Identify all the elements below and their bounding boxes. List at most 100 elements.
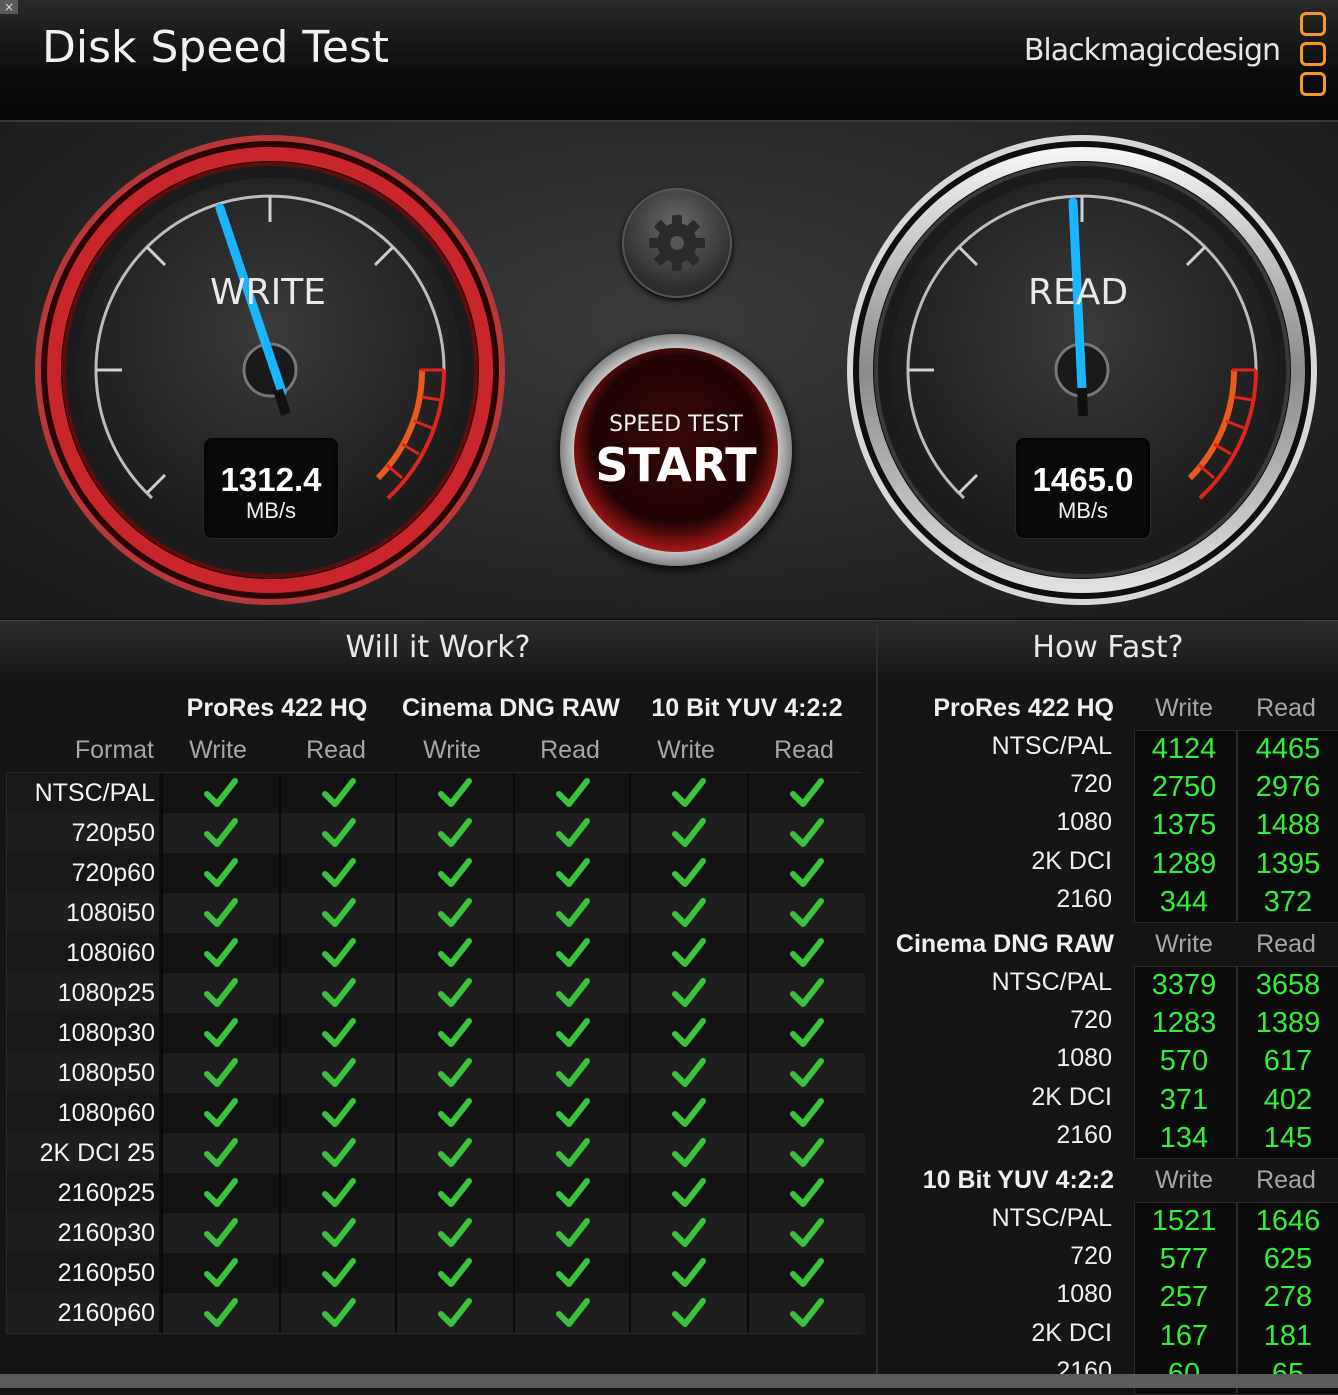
how-fast-write-value: 570 xyxy=(1159,1045,1209,1078)
checkmark-icon xyxy=(322,818,356,847)
checkmark-icon xyxy=(672,978,706,1007)
compat-cell xyxy=(161,1013,279,1053)
how-fast-col-header: Read xyxy=(1256,1166,1316,1194)
how-fast-write-value: 167 xyxy=(1159,1319,1209,1352)
checkmark-icon xyxy=(438,1178,472,1207)
compat-cell xyxy=(513,1053,631,1093)
compat-cell xyxy=(279,813,397,853)
compat-cell xyxy=(279,1013,397,1053)
compat-cell xyxy=(629,893,747,933)
how-fast-section-title: 10 Bit YUV 4:2:2 xyxy=(922,1166,1114,1194)
compat-cell xyxy=(747,893,865,933)
compat-cell xyxy=(629,813,747,853)
compat-cell xyxy=(279,1293,397,1333)
how-fast-write-value: 134 xyxy=(1159,1121,1209,1154)
brand-name: Blackmagicdesign xyxy=(1023,33,1281,68)
compat-cell xyxy=(161,893,279,933)
checkmark-icon xyxy=(672,1218,706,1247)
checkmark-icon xyxy=(438,1018,472,1047)
checkmark-icon xyxy=(204,1098,238,1127)
read-gauge-label: READ xyxy=(1028,272,1129,313)
compat-cell xyxy=(629,853,747,893)
compat-cell xyxy=(747,933,865,973)
checkmark-icon xyxy=(438,978,472,1007)
compat-cell xyxy=(395,773,513,813)
compatibility-grid: NTSC/PAL 720p50 720p60 1080i50 1080i60 1080p2… xyxy=(6,772,865,1334)
compat-cell xyxy=(629,1213,747,1253)
how-fast-read-value: 4465 xyxy=(1236,730,1338,769)
format-label: 1080i60 xyxy=(7,933,159,973)
compat-cell xyxy=(513,1133,631,1173)
checkmark-icon xyxy=(438,778,472,807)
checkmark-icon xyxy=(556,898,590,927)
how-fast-row-label: 2K DCI xyxy=(1031,1082,1112,1111)
compat-cell xyxy=(161,933,279,973)
format-label: NTSC/PAL xyxy=(7,773,159,813)
compat-cell xyxy=(161,1053,279,1093)
checkmark-icon xyxy=(322,1218,356,1247)
compat-cell xyxy=(395,1253,513,1293)
compat-cell xyxy=(161,973,279,1013)
format-label-text: 1080i60 xyxy=(66,939,155,967)
compat-cell xyxy=(629,773,747,813)
how-fast-read-value: 1646 xyxy=(1236,1202,1338,1241)
checkmark-icon xyxy=(556,1178,590,1207)
how-fast-title: How Fast? xyxy=(878,620,1338,674)
subcol-header: Read xyxy=(306,736,366,764)
how-fast-row-label: NTSC/PAL xyxy=(991,968,1112,996)
compat-cell xyxy=(513,973,631,1013)
compat-cell xyxy=(395,933,513,973)
checkmark-icon xyxy=(204,1018,238,1047)
compat-cell xyxy=(513,893,631,933)
checkmark-icon xyxy=(438,1058,472,1087)
checkmark-icon xyxy=(672,1258,706,1287)
how-fast-write-value: 1521 xyxy=(1151,1205,1217,1237)
settings-button[interactable] xyxy=(622,188,732,298)
format-label-text: 1080i50 xyxy=(66,899,155,927)
start-speed-test-button[interactable]: SPEED TEST START xyxy=(560,334,792,566)
gear-icon xyxy=(649,215,705,271)
format-label: 2160p60 xyxy=(7,1293,159,1333)
compat-cell xyxy=(279,773,397,813)
write-gauge-label: WRITE xyxy=(210,272,326,313)
checkmark-icon xyxy=(556,1098,590,1127)
compat-cell xyxy=(395,1093,513,1133)
compat-cell xyxy=(395,973,513,1013)
format-label: 720p50 xyxy=(7,813,159,853)
format-label-text: NTSC/PAL xyxy=(34,779,155,807)
close-icon[interactable]: × xyxy=(0,0,18,14)
table-row: 1080i50 xyxy=(7,893,865,933)
compat-cell xyxy=(513,1213,631,1253)
compat-cell xyxy=(513,1293,631,1333)
start-button-caption: SPEED TEST xyxy=(609,412,743,437)
read-speed-value: 1465.0 xyxy=(1032,461,1134,498)
how-fast-row-label: 1080 xyxy=(1056,808,1112,837)
group-cinema-dng: Cinema DNG RAW xyxy=(401,694,621,722)
checkmark-icon xyxy=(672,1138,706,1167)
write-speed-value: 1312.4 xyxy=(220,461,322,498)
compat-cell xyxy=(279,1133,397,1173)
compat-cell xyxy=(279,933,397,973)
compat-cell xyxy=(161,1173,279,1213)
table-row: NTSC/PAL xyxy=(7,773,865,813)
format-label-text: 1080p50 xyxy=(57,1059,155,1087)
checkmark-icon xyxy=(556,778,590,807)
checkmark-icon xyxy=(204,898,238,927)
compat-cell xyxy=(747,1133,865,1173)
checkmark-icon xyxy=(556,1258,590,1287)
checkmark-icon xyxy=(672,1098,706,1127)
checkmark-icon xyxy=(322,1098,356,1127)
format-label: 1080i50 xyxy=(7,893,159,933)
format-label-text: 720p50 xyxy=(71,819,155,847)
checkmark-icon xyxy=(322,1138,356,1167)
subcol-header: Write xyxy=(423,736,481,764)
subcol-header: Write xyxy=(189,736,247,764)
how-fast-write-value: 1289 xyxy=(1151,847,1217,880)
compat-cell xyxy=(747,1253,865,1293)
checkmark-icon xyxy=(672,778,706,807)
checkmark-icon xyxy=(438,1298,472,1327)
group-prores: ProRes 422 HQ xyxy=(186,694,368,722)
format-label: 2160p30 xyxy=(7,1213,159,1253)
how-fast-read-value: 372 xyxy=(1236,882,1338,921)
how-fast-read-value: 402 xyxy=(1236,1080,1338,1119)
